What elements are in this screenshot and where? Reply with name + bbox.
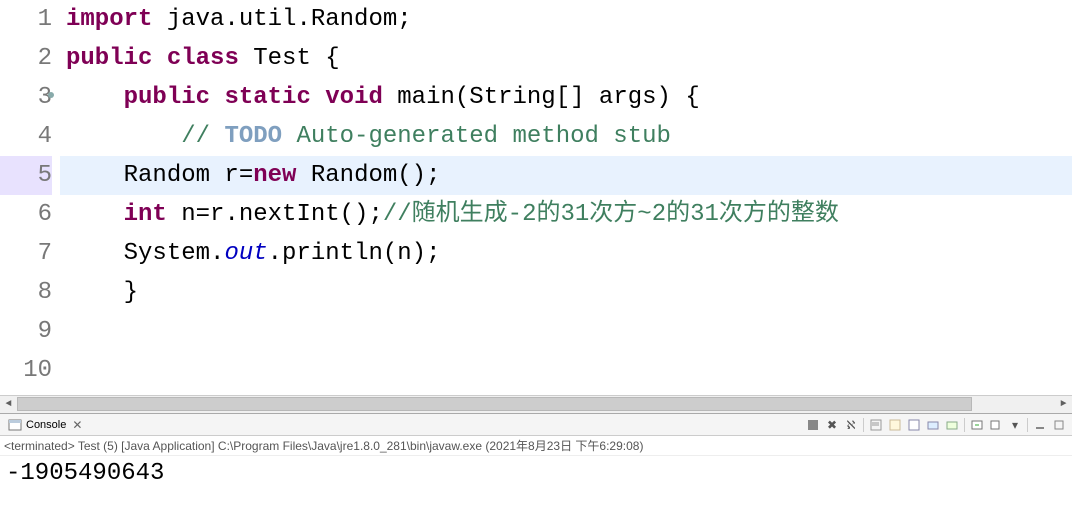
remove-all-terminated-button[interactable]: ℵ: [842, 416, 860, 434]
console-toolbar: ✖ ℵ ▾: [804, 416, 1068, 434]
console-tab-label: Console: [26, 419, 66, 431]
pin-console-button[interactable]: [943, 416, 961, 434]
scroll-right-icon[interactable]: ►: [1055, 396, 1072, 413]
line-number: 6: [0, 195, 52, 234]
override-marker-icon: [48, 92, 54, 98]
console-tabbar: Console ✕ ✖ ℵ ▾: [0, 414, 1072, 436]
scrollbar-track[interactable]: [17, 396, 1055, 413]
scroll-lock-button[interactable]: [886, 416, 904, 434]
code-line[interactable]: }: [60, 273, 1072, 312]
code-body[interactable]: import java.util.Random;public class Tes…: [60, 0, 1072, 395]
code-line[interactable]: // TODO Auto-generated method stub: [60, 117, 1072, 156]
console-output[interactable]: -1905490643: [0, 456, 1072, 491]
dropdown-arrow-icon[interactable]: ▾: [1006, 416, 1024, 434]
code-line[interactable]: int n=r.nextInt();//随机生成-2的31次方~2的31次方的整…: [60, 195, 1072, 234]
code-line[interactable]: [60, 312, 1072, 351]
code-line[interactable]: import java.util.Random;: [60, 0, 1072, 39]
line-number: 3: [0, 78, 52, 117]
clear-console-button[interactable]: [867, 416, 885, 434]
code-line[interactable]: public static void main(String[] args) {: [60, 78, 1072, 117]
word-wrap-button[interactable]: [905, 416, 923, 434]
console-tab[interactable]: Console ✕: [4, 418, 86, 432]
code-line[interactable]: [60, 351, 1072, 390]
code-line[interactable]: public class Test {: [60, 39, 1072, 78]
minimize-button[interactable]: [1031, 416, 1049, 434]
code-line[interactable]: Random r=new Random();: [60, 156, 1072, 195]
line-number: 5: [0, 156, 52, 195]
display-selected-button[interactable]: [968, 416, 986, 434]
maximize-button[interactable]: [1050, 416, 1068, 434]
horizontal-scrollbar[interactable]: ◄ ►: [0, 395, 1072, 413]
line-number-gutter: 12345678910: [0, 0, 60, 395]
console-icon: [8, 418, 22, 432]
terminate-button[interactable]: [804, 416, 822, 434]
line-number: 9: [0, 312, 52, 351]
scroll-left-icon[interactable]: ◄: [0, 396, 17, 413]
code-editor[interactable]: 12345678910 import java.util.Random;publ…: [0, 0, 1072, 413]
remove-launch-button[interactable]: ✖: [823, 416, 841, 434]
console-panel: Console ✕ ✖ ℵ ▾ <terminated> Test (5) [J…: [0, 413, 1072, 509]
line-number: 10: [0, 351, 52, 390]
code-line[interactable]: System.out.println(n);: [60, 234, 1072, 273]
line-number: 7: [0, 234, 52, 273]
line-number: 4: [0, 117, 52, 156]
close-icon[interactable]: ✕: [72, 418, 82, 432]
line-number: 1: [0, 0, 52, 39]
show-console-button[interactable]: [924, 416, 942, 434]
line-number: 8: [0, 273, 52, 312]
console-status: <terminated> Test (5) [Java Application]…: [0, 436, 1072, 456]
open-console-dropdown[interactable]: [987, 416, 1005, 434]
scrollbar-thumb[interactable]: [17, 397, 972, 411]
line-number: 2: [0, 39, 52, 78]
